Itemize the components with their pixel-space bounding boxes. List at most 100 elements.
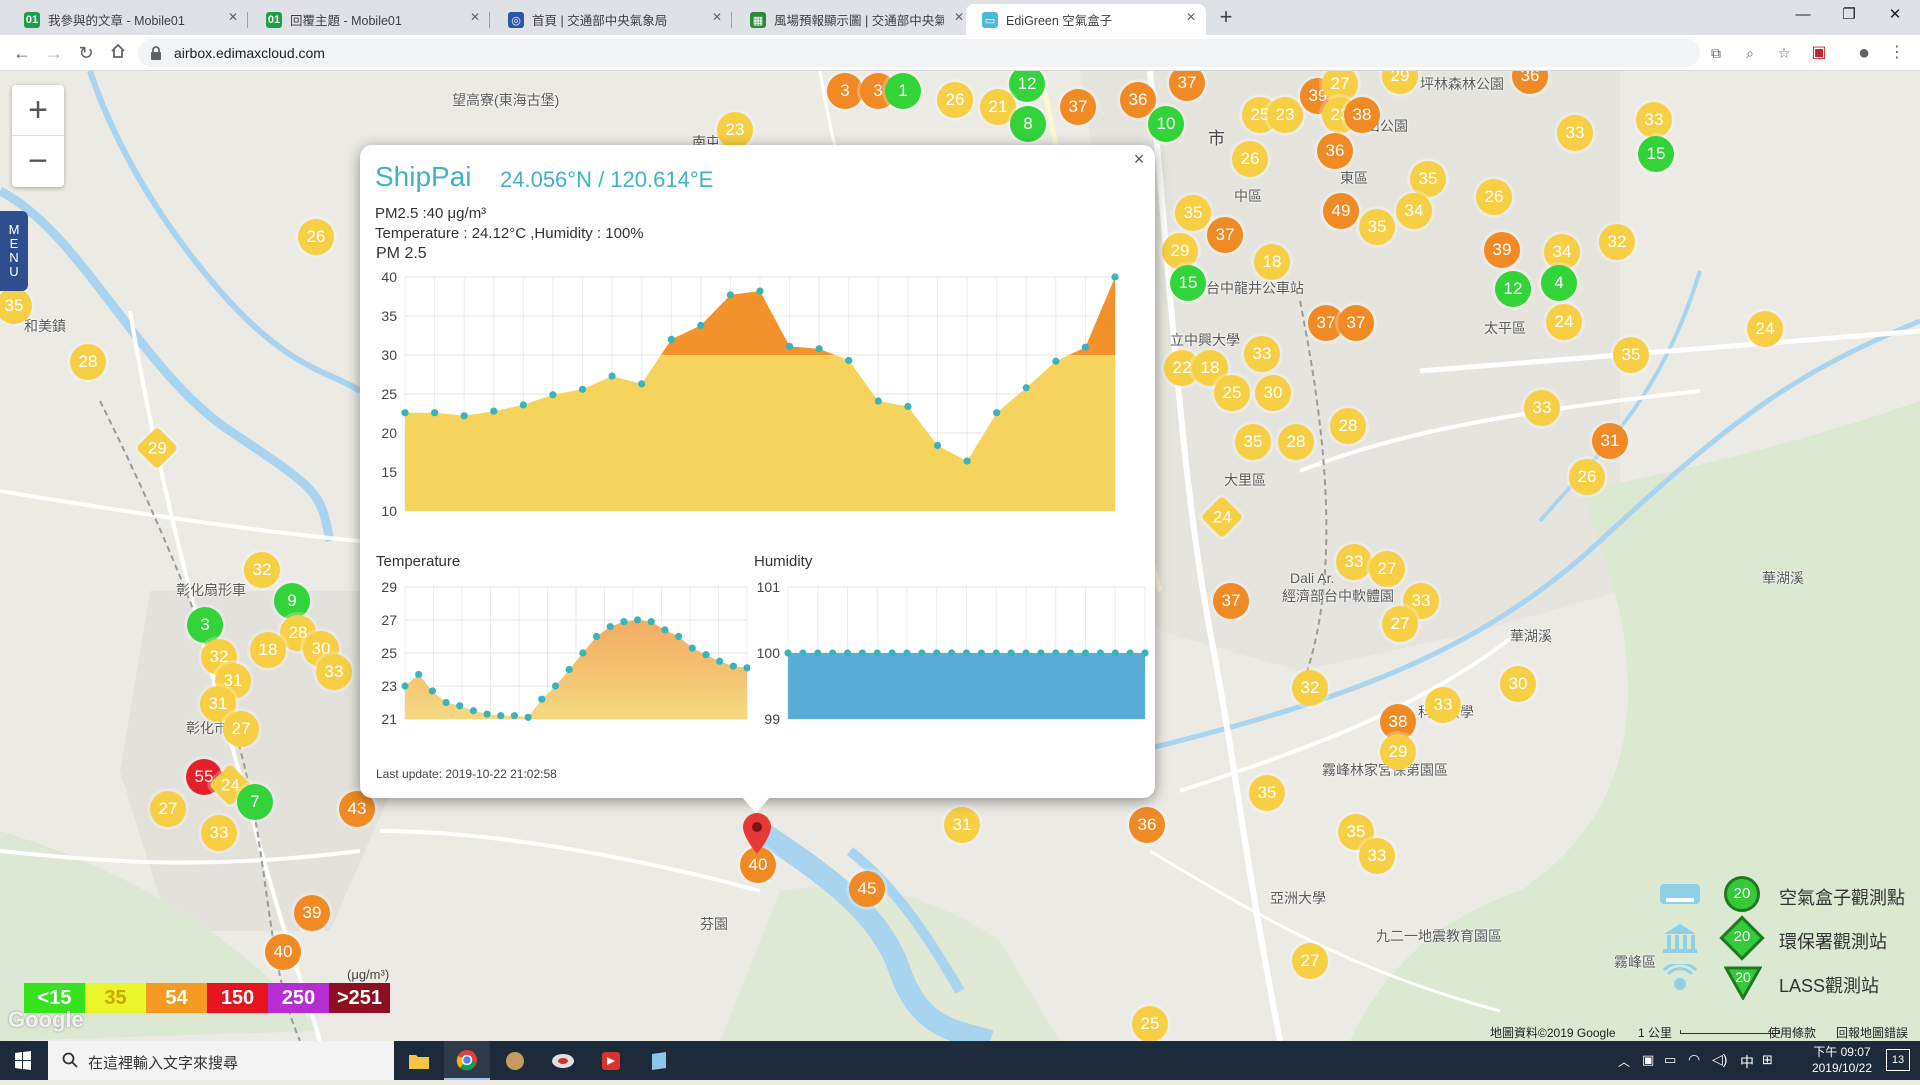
terms-link[interactable]: 使用條款 — [1768, 1024, 1816, 1041]
airbox-marker[interactable]: 3 — [187, 607, 223, 643]
notification-center[interactable]: 13 — [1886, 1049, 1910, 1071]
airbox-marker[interactable]: 35 — [1410, 161, 1446, 197]
report-link[interactable]: 回報地圖錯誤 — [1836, 1024, 1908, 1041]
new-tab-button[interactable]: + — [1214, 6, 1238, 30]
airbox-marker[interactable]: 23 — [717, 112, 753, 148]
star-icon[interactable]: ☆ — [1774, 43, 1794, 63]
airbox-marker[interactable]: 24 — [1546, 304, 1582, 340]
extension-icon[interactable]: ▣ — [1808, 42, 1830, 64]
tray-expand-icon[interactable]: ︿ — [1618, 1053, 1630, 1070]
airbox-marker[interactable]: 38 — [1344, 97, 1380, 133]
airbox-marker[interactable]: 28 — [1278, 424, 1314, 460]
browser-tab[interactable]: ◎ 首頁 | 交通部中央氣象局 ✕ — [492, 4, 732, 35]
airbox-marker[interactable]: 26 — [937, 82, 973, 118]
airbox-marker[interactable]: 27 — [150, 791, 186, 827]
selected-location-pin[interactable] — [741, 813, 773, 855]
back-icon[interactable]: ← — [10, 41, 34, 65]
menu-button[interactable]: MENU — [0, 211, 28, 291]
airbox-marker[interactable]: 18 — [250, 632, 286, 668]
airbox-marker[interactable]: 33 — [1244, 336, 1280, 372]
airbox-marker[interactable]: 35 — [1359, 209, 1395, 245]
tab-close-icon[interactable]: ✕ — [470, 10, 480, 24]
airbox-marker[interactable]: 15 — [1170, 265, 1206, 301]
browser-tab[interactable]: ▦ 風場預報顯示圖 | 交通部中央氣象局 ✕ — [734, 4, 974, 35]
airbox-marker[interactable]: 27 — [1382, 606, 1418, 642]
airbox-marker[interactable]: 30 — [1255, 375, 1291, 411]
airbox-marker[interactable]: 9 — [274, 583, 310, 619]
zoom-icon[interactable]: ⌕ — [1740, 43, 1760, 63]
airbox-marker[interactable]: 23 — [1267, 97, 1303, 133]
tab-close-icon[interactable]: ✕ — [954, 10, 964, 24]
airbox-marker[interactable]: 37 — [1207, 217, 1243, 253]
airbox-marker[interactable]: 35 — [1249, 775, 1285, 811]
airbox-marker[interactable]: 33 — [1359, 838, 1395, 874]
airbox-marker[interactable]: 24 — [1747, 311, 1783, 347]
airbox-marker[interactable]: 49 — [1323, 193, 1359, 229]
close-icon[interactable]: × — [1129, 149, 1149, 170]
translate-icon[interactable]: ⧉ — [1706, 43, 1726, 63]
airbox-marker[interactable]: 26 — [1232, 141, 1268, 177]
airbox-marker[interactable]: 35 — [1235, 424, 1271, 460]
reload-icon[interactable]: ↻ — [74, 41, 98, 65]
chrome-icon[interactable] — [444, 1041, 490, 1080]
volume-icon[interactable]: ◁) — [1712, 1051, 1727, 1068]
forward-icon[interactable]: → — [42, 41, 66, 65]
airbox-marker[interactable]: 33 — [1425, 687, 1461, 723]
app-icon[interactable] — [492, 1041, 538, 1080]
zoom-out-button[interactable]: − — [12, 136, 64, 187]
airbox-marker[interactable]: 28 — [1330, 408, 1366, 444]
airbox-marker[interactable]: 37 — [1213, 583, 1249, 619]
airbox-marker[interactable]: 12 — [1495, 271, 1531, 307]
airbox-marker[interactable]: 35 — [1613, 337, 1649, 373]
airbox-marker[interactable]: 37 — [1338, 305, 1374, 341]
airbox-marker[interactable]: 40 — [265, 934, 301, 970]
airbox-marker[interactable]: 33 — [201, 815, 237, 851]
address-bar[interactable]: airbox.edimaxcloud.com ⧉ ⌕ ☆ — [138, 39, 1790, 67]
airbox-marker[interactable]: 27 — [223, 711, 259, 747]
maximize-button[interactable]: ❐ — [1826, 0, 1872, 32]
more-icon[interactable]: ⋮ — [1886, 42, 1908, 64]
airbox-marker[interactable]: 30 — [1500, 666, 1536, 702]
airbox-marker[interactable]: 3 — [827, 73, 863, 109]
airbox-marker[interactable]: 27 — [1292, 943, 1328, 979]
app-icon[interactable] — [636, 1041, 682, 1080]
airbox-marker[interactable]: 39 — [294, 895, 330, 931]
profile-icon[interactable]: ● — [1853, 42, 1875, 64]
airbox-marker[interactable]: 32 — [1599, 224, 1635, 260]
start-button[interactable] — [0, 1041, 46, 1080]
airbox-marker[interactable]: 33 — [1557, 115, 1593, 151]
airbox-marker[interactable]: 34 — [1396, 193, 1432, 229]
airbox-marker[interactable]: 28 — [70, 344, 106, 380]
browser-tab[interactable]: 01 回覆主題 - Mobile01 ✕ — [250, 4, 490, 35]
airbox-marker[interactable]: 35 — [1175, 195, 1211, 231]
file-explorer-icon[interactable] — [396, 1041, 442, 1080]
tab-close-icon[interactable]: ✕ — [1186, 10, 1196, 24]
airbox-marker[interactable]: 26 — [1476, 179, 1512, 215]
browser-tab[interactable]: 01 我參與的文章 - Mobile01 ✕ — [8, 4, 248, 35]
airbox-marker[interactable]: 10 — [1148, 106, 1184, 142]
airbox-marker[interactable]: 29 — [1380, 734, 1416, 770]
airbox-marker[interactable]: 26 — [298, 219, 334, 255]
airbox-marker[interactable]: 33 — [1524, 390, 1560, 426]
airbox-marker[interactable]: 39 — [1484, 232, 1520, 268]
app-icon[interactable] — [540, 1041, 586, 1080]
airbox-marker[interactable]: 15 — [1638, 136, 1674, 172]
airbox-marker[interactable]: 32 — [244, 552, 280, 588]
airbox-marker[interactable]: 4 — [1541, 265, 1577, 301]
home-icon[interactable] — [106, 41, 130, 65]
tray-app-icon[interactable]: ▣ — [1642, 1052, 1654, 1068]
airbox-marker[interactable]: 29 — [1162, 233, 1198, 269]
keyboard-icon[interactable]: ⊞ — [1762, 1052, 1773, 1068]
airbox-marker[interactable]: 36 — [1317, 133, 1353, 169]
airbox-marker[interactable]: 8 — [1010, 106, 1046, 142]
airbox-marker[interactable]: 33 — [316, 654, 352, 690]
airbox-marker[interactable]: 7 — [237, 784, 273, 820]
zoom-in-button[interactable]: + — [12, 85, 64, 136]
battery-icon[interactable]: ▭ — [1664, 1052, 1676, 1068]
minimize-button[interactable]: — — [1780, 0, 1826, 32]
airbox-marker[interactable]: 1 — [885, 73, 921, 109]
airbox-marker[interactable]: 37 — [1060, 89, 1096, 125]
close-window-button[interactable]: ✕ — [1872, 0, 1918, 32]
clock[interactable]: 下午 09:07 2019/10/22 — [1812, 1044, 1872, 1076]
airbox-marker[interactable]: 26 — [1569, 459, 1605, 495]
